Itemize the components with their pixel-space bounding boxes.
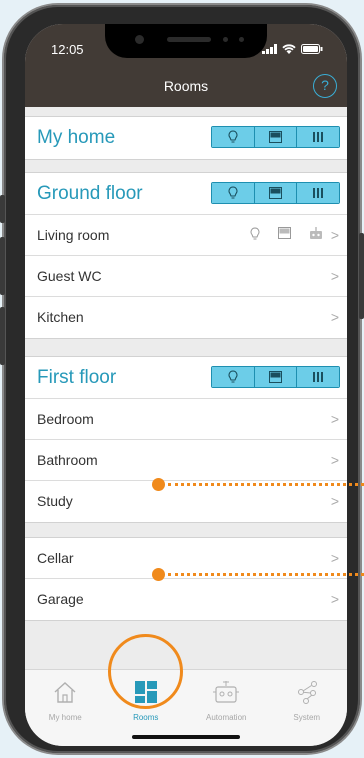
status-icons bbox=[262, 44, 323, 54]
shutter-icon bbox=[269, 371, 282, 383]
room-status-icons bbox=[250, 227, 323, 241]
bulb-icon bbox=[250, 227, 260, 240]
room-label: Bathroom bbox=[37, 452, 98, 468]
app-header: 12:05 Rooms ? bbox=[25, 24, 347, 107]
bulb-icon bbox=[228, 130, 238, 143]
room-label: Guest WC bbox=[37, 268, 102, 284]
chevron-right-icon: > bbox=[330, 227, 339, 243]
room-label: Bedroom bbox=[37, 411, 94, 427]
room-row-kitchen[interactable]: Kitchen > bbox=[25, 297, 347, 338]
callout-marker-cellar bbox=[152, 568, 165, 581]
house-icon bbox=[54, 682, 76, 703]
heating-toggle[interactable] bbox=[296, 127, 339, 147]
wifi-icon bbox=[282, 44, 296, 54]
chevron-right-icon: > bbox=[330, 591, 339, 607]
section-other-rooms: Cellar > Garage > bbox=[25, 537, 347, 621]
room-row-bedroom[interactable]: Bedroom > bbox=[25, 399, 347, 440]
section-header[interactable]: Ground floor bbox=[25, 173, 347, 215]
section-header[interactable]: First floor bbox=[25, 357, 347, 399]
chevron-right-icon: > bbox=[330, 550, 339, 566]
bulb-icon bbox=[228, 186, 238, 199]
robot-icon bbox=[310, 227, 322, 239]
section-header[interactable]: My home bbox=[25, 117, 347, 159]
page-title: Rooms bbox=[163, 78, 209, 94]
radiator-icon bbox=[313, 372, 324, 382]
callout-line-cellar bbox=[168, 573, 364, 576]
tab-label: Rooms bbox=[133, 713, 159, 722]
section-first-floor: First floor Bedroom > Bathroom > Study > bbox=[25, 356, 347, 523]
phone-frame: 12:05 Rooms ? My home Ground floor Livin… bbox=[0, 5, 364, 753]
shutters-toggle[interactable] bbox=[253, 183, 297, 203]
room-label: Kitchen bbox=[37, 309, 84, 325]
network-icon bbox=[297, 681, 317, 704]
room-row-study[interactable]: Study > bbox=[25, 481, 347, 522]
callout-line-bathroom bbox=[168, 483, 364, 486]
volume-up-button bbox=[0, 237, 5, 295]
signal-icon bbox=[262, 44, 277, 54]
notch bbox=[105, 24, 267, 58]
section-my-home: My home bbox=[25, 116, 347, 160]
room-row-bathroom[interactable]: Bathroom > bbox=[25, 440, 347, 481]
chevron-right-icon: > bbox=[330, 268, 339, 284]
room-label: Cellar bbox=[37, 550, 74, 566]
tab-label: System bbox=[293, 713, 321, 722]
shutter-icon bbox=[278, 227, 291, 239]
chevron-right-icon: > bbox=[330, 309, 339, 325]
home-indicator bbox=[132, 735, 240, 739]
shutter-icon bbox=[269, 187, 282, 199]
bulb-icon bbox=[228, 370, 238, 383]
radiator-icon bbox=[313, 188, 324, 198]
tab-bar: My home Rooms Automation System bbox=[25, 669, 347, 746]
heating-toggle[interactable] bbox=[296, 367, 339, 387]
shutters-toggle[interactable] bbox=[253, 127, 297, 147]
robot-icon bbox=[213, 681, 240, 703]
room-row-guest-wc[interactable]: Guest WC > bbox=[25, 256, 347, 297]
volume-down-button bbox=[0, 307, 5, 365]
shutters-toggle[interactable] bbox=[253, 367, 297, 387]
room-list: My home Ground floor Living room > Guest… bbox=[25, 107, 347, 621]
tab-label: Automation bbox=[206, 713, 247, 722]
screen: 12:05 Rooms ? My home Ground floor Livin… bbox=[25, 24, 347, 746]
section-title: My home bbox=[37, 127, 116, 148]
toggle-group bbox=[211, 366, 340, 388]
callout-marker-bathroom bbox=[152, 478, 165, 491]
section-ground-floor: Ground floor Living room > Guest WC > Ki… bbox=[25, 172, 347, 339]
heating-toggle[interactable] bbox=[296, 183, 339, 203]
status-time: 12:05 bbox=[51, 42, 84, 57]
shutter-icon bbox=[269, 131, 282, 143]
tab-highlight-ring bbox=[108, 634, 183, 709]
battery-icon bbox=[301, 44, 323, 54]
section-title: Ground floor bbox=[37, 183, 143, 204]
toggle-group bbox=[211, 126, 340, 148]
help-button[interactable]: ? bbox=[313, 74, 337, 98]
lights-toggle[interactable] bbox=[212, 183, 254, 203]
room-label: Study bbox=[37, 493, 73, 509]
mute-switch bbox=[0, 195, 5, 223]
lights-toggle[interactable] bbox=[212, 367, 254, 387]
tab-system[interactable]: System bbox=[267, 670, 348, 746]
lights-toggle[interactable] bbox=[212, 127, 254, 147]
room-label: Garage bbox=[37, 591, 84, 607]
chevron-right-icon: > bbox=[330, 452, 339, 468]
power-button bbox=[359, 233, 364, 319]
tab-my-home[interactable]: My home bbox=[25, 670, 106, 746]
section-title: First floor bbox=[37, 367, 117, 388]
tab-label: My home bbox=[48, 713, 82, 722]
room-row-garage[interactable]: Garage > bbox=[25, 579, 347, 620]
room-label: Living room bbox=[37, 227, 110, 243]
room-row-living-room[interactable]: Living room > bbox=[25, 215, 347, 256]
chevron-right-icon: > bbox=[330, 411, 339, 427]
toggle-group bbox=[211, 182, 340, 204]
radiator-icon bbox=[313, 132, 324, 142]
chevron-right-icon: > bbox=[330, 493, 339, 509]
